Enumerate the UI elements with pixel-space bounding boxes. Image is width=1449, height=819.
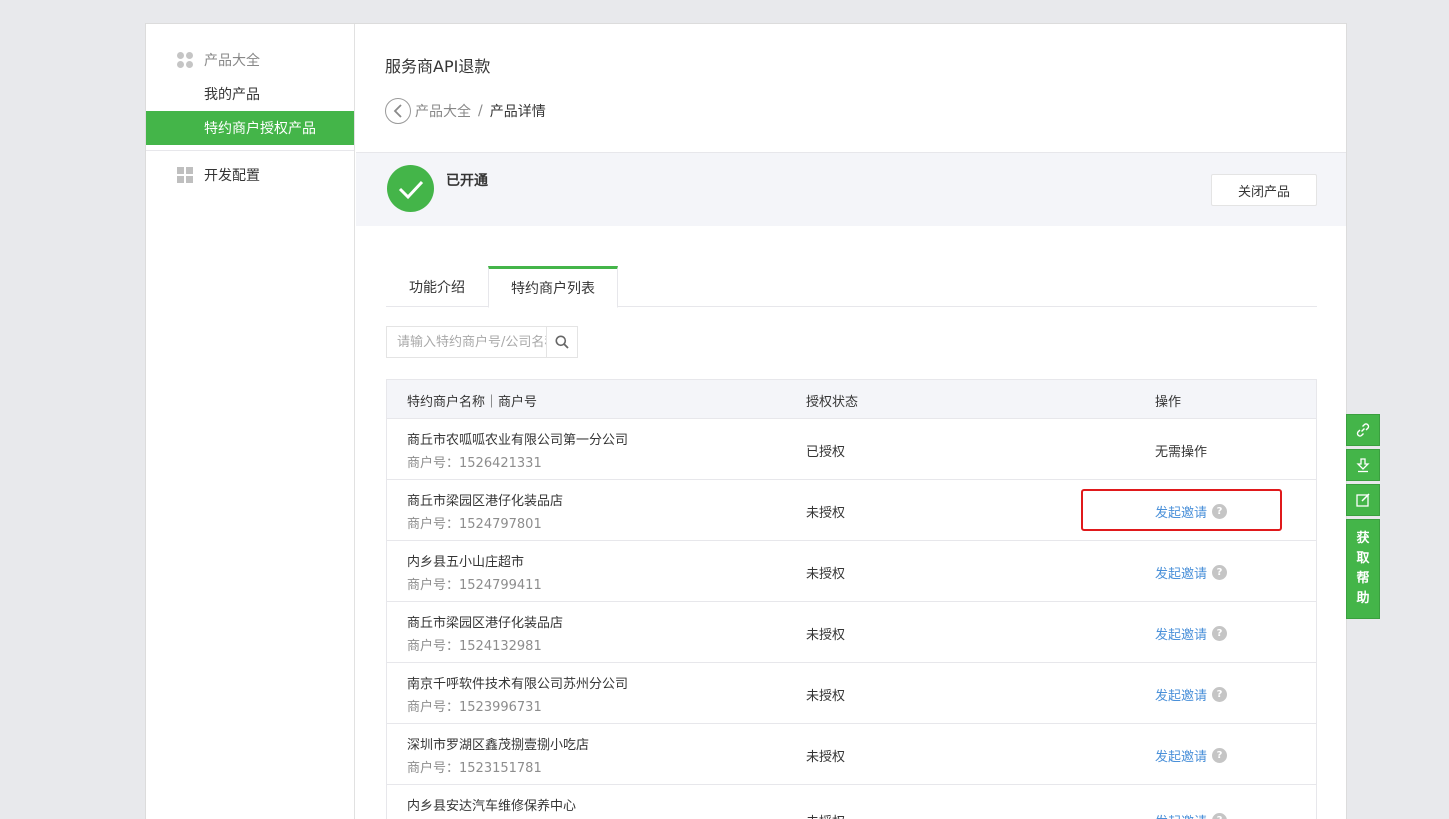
page-title: 服务商API退款 <box>385 57 491 76</box>
merchant-name: 南京千呼软件技术有限公司苏州分公司 <box>407 677 629 692</box>
get-help-button[interactable]: 获 取 帮 助 <box>1346 519 1380 619</box>
sidebar-group-label: 开发配置 <box>204 168 260 184</box>
close-product-button[interactable]: 关闭产品 <box>1211 174 1317 206</box>
status-band: 已开通 关闭产品 <box>356 152 1346 226</box>
sidebar-item-label: 特约商户授权产品 <box>204 121 316 137</box>
tab-merchant-list[interactable]: 特约商户列表 <box>488 266 618 308</box>
help-icon[interactable]: ? <box>1212 813 1228 819</box>
merchant-name: 深圳市罗湖区鑫茂捌壹捌小吃店 <box>407 738 590 753</box>
invite-link[interactable]: 发起邀请 <box>1155 624 1207 643</box>
auth-status: 未授权 <box>806 567 846 582</box>
sidebar-group-dev-config[interactable]: 开发配置 <box>146 158 354 192</box>
invite-link[interactable]: 发起邀请 <box>1155 502 1207 521</box>
help-char: 取 <box>1356 551 1370 566</box>
table-row: 南京千呼软件技术有限公司苏州分公司 商户号：1523996731 未授权 发起邀… <box>387 663 1316 724</box>
auth-status: 已授权 <box>806 445 846 460</box>
download-icon <box>1356 458 1370 473</box>
invite-action: 发起邀请? <box>1155 502 1228 521</box>
back-icon[interactable] <box>385 98 411 124</box>
table-row: 内乡县五小山庄超市 商户号：1524799411 未授权 发起邀请? <box>387 541 1316 602</box>
tab-feature-intro[interactable]: 功能介绍 <box>386 266 488 307</box>
tab-bar: 功能介绍 特约商户列表 <box>386 266 1317 308</box>
grid-icon <box>177 167 193 183</box>
invite-link[interactable]: 发起邀请 <box>1155 685 1207 704</box>
column-header-name: 特约商户名称｜商户号 <box>407 395 538 410</box>
merchant-id: 商户号：1526421331 <box>407 456 542 471</box>
merchant-id: 商户号：1524799411 <box>407 578 542 593</box>
merchant-name: 商丘市梁园区港仔化装品店 <box>407 616 564 631</box>
sidebar-group-label: 产品大全 <box>204 53 260 69</box>
merchant-id: 商户号：1523996731 <box>407 700 542 715</box>
merchant-name: 内乡县安达汽车维修保养中心 <box>407 799 577 814</box>
page-frame: 产品大全 我的产品 特约商户授权产品 开发配置 服务商API退款 产品大全 / <box>145 23 1347 819</box>
table-row: 深圳市罗湖区鑫茂捌壹捌小吃店 商户号：1523151781 未授权 发起邀请? <box>387 724 1316 785</box>
merchant-id: 商户号：1524797801 <box>407 517 542 532</box>
sidebar-item-my-products[interactable]: 我的产品 <box>146 77 354 111</box>
floating-toolbar: 获 取 帮 助 <box>1346 414 1380 619</box>
breadcrumb-current: 产品详情 <box>489 104 546 120</box>
invite-action: 发起邀请? <box>1155 685 1228 704</box>
edit-icon <box>1356 493 1370 507</box>
search-input[interactable] <box>387 327 557 357</box>
link-button[interactable] <box>1346 414 1380 446</box>
search-icon <box>555 335 569 349</box>
products-icon <box>177 52 193 68</box>
edit-button[interactable] <box>1346 484 1380 516</box>
merchant-id: 商户号：1523151781 <box>407 761 542 776</box>
auth-status: 未授权 <box>806 506 846 521</box>
table-row: 商丘市梁园区港仔化装品店 商户号：1524797801 未授权 发起邀请? <box>387 480 1316 541</box>
row-action-text: 无需操作 <box>1155 445 1208 460</box>
main-content: 服务商API退款 产品大全 / 产品详情 已开通 关闭产品 功能介绍 特约商户列… <box>356 24 1346 819</box>
download-button[interactable] <box>1346 449 1380 481</box>
auth-status: 未授权 <box>806 689 846 704</box>
search-button[interactable] <box>546 326 578 358</box>
invite-link[interactable]: 发起邀请 <box>1155 746 1207 765</box>
merchant-name: 内乡县五小山庄超市 <box>407 555 525 570</box>
invite-link[interactable]: 发起邀请 <box>1155 563 1207 582</box>
help-icon[interactable]: ? <box>1212 504 1228 519</box>
help-icon[interactable]: ? <box>1212 626 1228 641</box>
check-icon <box>387 165 434 212</box>
invite-action: 发起邀请? <box>1155 624 1228 643</box>
help-icon[interactable]: ? <box>1212 748 1228 763</box>
invite-action: 发起邀请? <box>1155 746 1228 765</box>
sidebar-item-merchant-auth-products[interactable]: 特约商户授权产品 <box>146 111 354 145</box>
help-char: 获 <box>1356 531 1370 546</box>
help-icon[interactable]: ? <box>1212 565 1228 580</box>
sidebar-item-label: 我的产品 <box>204 87 260 103</box>
invite-link[interactable]: 发起邀请 <box>1155 811 1207 819</box>
status-label: 已开通 <box>446 173 488 189</box>
breadcrumb: 产品大全 / 产品详情 <box>385 97 546 125</box>
breadcrumb-parent[interactable]: 产品大全 <box>415 101 471 121</box>
help-char: 助 <box>1356 591 1370 606</box>
column-header-action: 操作 <box>1155 395 1182 410</box>
table-row: 内乡县安达汽车维修保养中心 未授权 发起邀请? <box>387 785 1316 819</box>
link-icon <box>1356 423 1370 437</box>
merchant-table: 特约商户名称｜商户号 授权状态 操作 商丘市农呱呱农业有限公司第一分公司 商户号… <box>386 379 1317 819</box>
table-row: 商丘市梁园区港仔化装品店 商户号：1524132981 未授权 发起邀请? <box>387 602 1316 663</box>
help-char: 帮 <box>1356 571 1370 586</box>
auth-status: 未授权 <box>806 628 846 643</box>
help-icon[interactable]: ? <box>1212 687 1228 702</box>
invite-action: 发起邀请? <box>1155 811 1228 819</box>
merchant-name: 商丘市农呱呱农业有限公司第一分公司 <box>407 433 629 448</box>
merchant-id: 商户号：1524132981 <box>407 639 542 654</box>
table-header: 特约商户名称｜商户号 授权状态 操作 <box>387 380 1316 419</box>
auth-status: 未授权 <box>806 811 845 819</box>
auth-status: 未授权 <box>806 750 846 765</box>
breadcrumb-separator: / <box>478 103 483 119</box>
sidebar: 产品大全 我的产品 特约商户授权产品 开发配置 <box>146 24 355 819</box>
invite-action: 发起邀请? <box>1155 563 1228 582</box>
column-header-status: 授权状态 <box>806 395 859 410</box>
sidebar-divider <box>146 150 354 151</box>
merchant-name: 商丘市梁园区港仔化装品店 <box>407 494 564 509</box>
table-row: 商丘市农呱呱农业有限公司第一分公司 商户号：1526421331 已授权 无需操… <box>387 419 1316 480</box>
sidebar-group-products[interactable]: 产品大全 <box>146 43 354 77</box>
